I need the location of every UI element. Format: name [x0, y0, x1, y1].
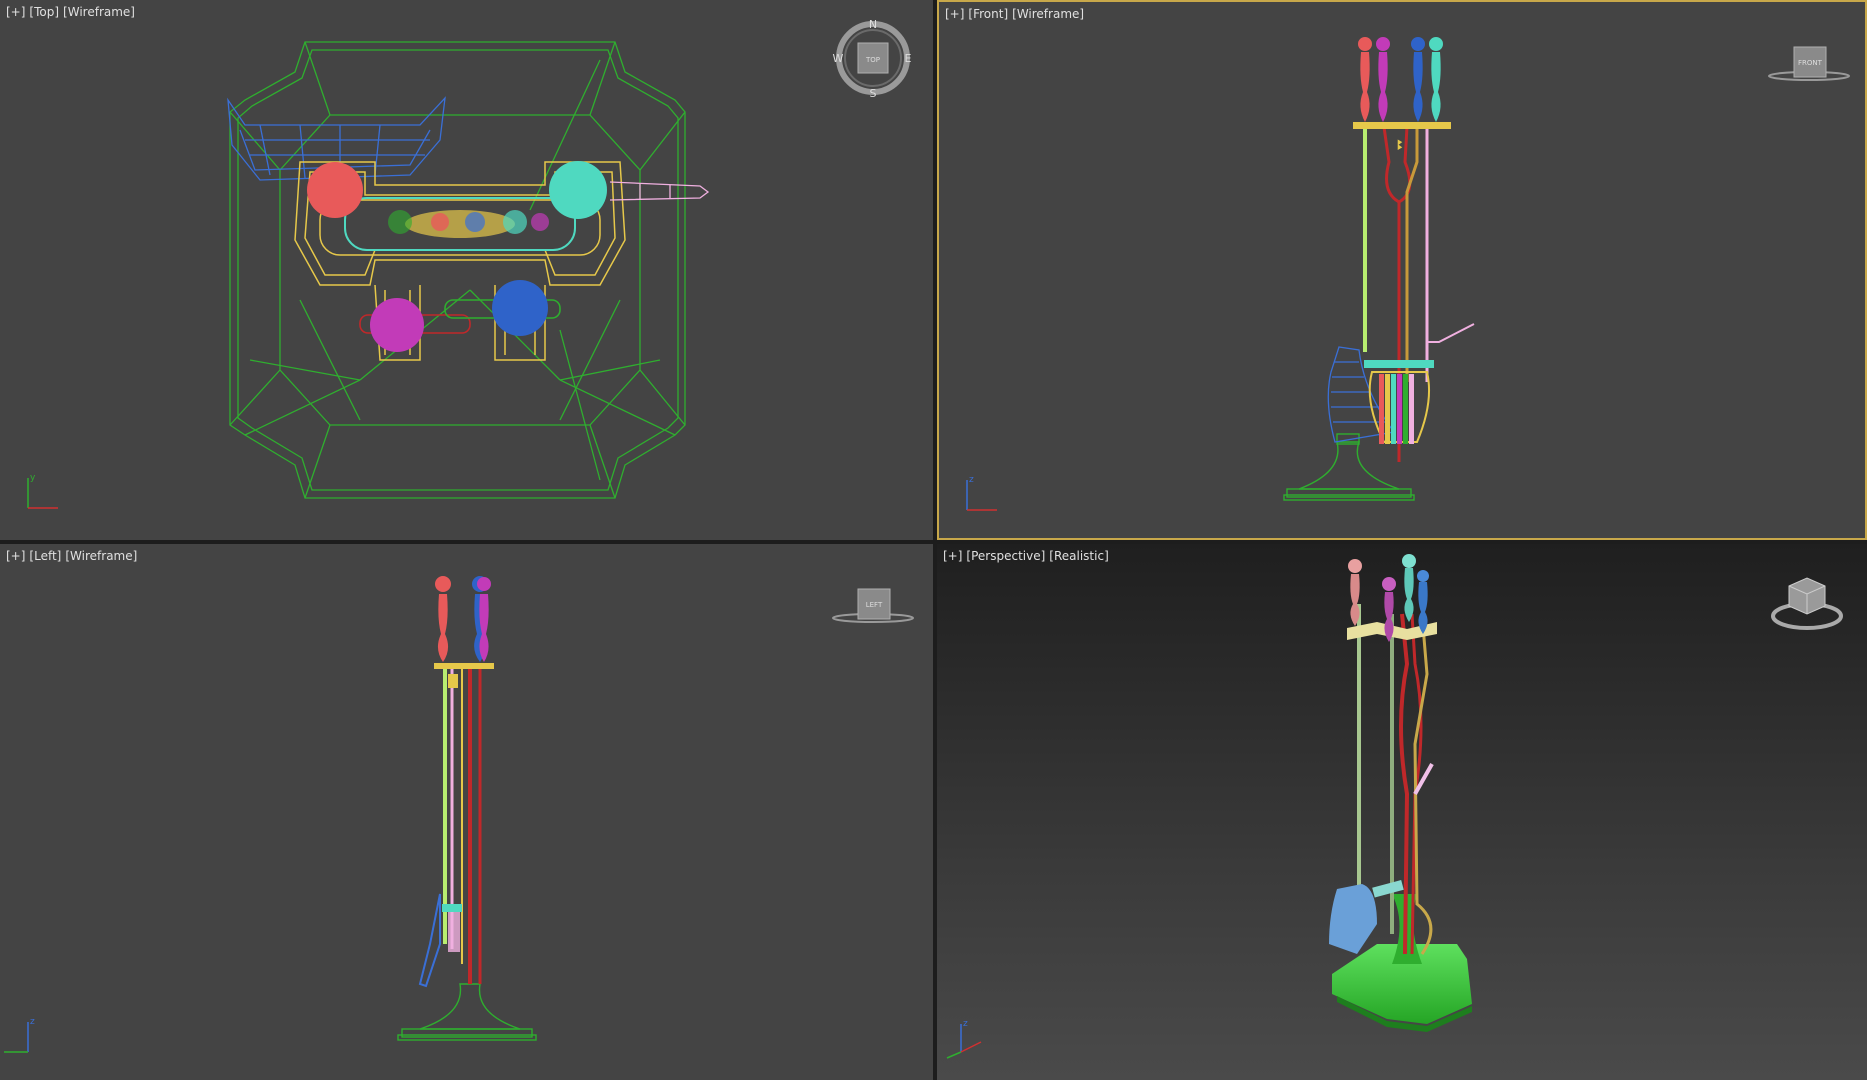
brush-shaft	[1405, 127, 1419, 382]
viewcube-perspective[interactable]	[1771, 577, 1843, 630]
viewport-label-top: [+] [Top] [Wireframe]	[6, 5, 139, 19]
viewport-menu-button[interactable]: [+]	[943, 549, 962, 563]
compass-west: W	[833, 52, 844, 65]
view-type-menu[interactable]: [Perspective]	[966, 549, 1045, 563]
shovel-wireframe	[418, 893, 441, 988]
viewcube-left[interactable]: LEFT	[832, 588, 914, 623]
view-type-menu[interactable]: [Left]	[29, 549, 61, 563]
axis-tripod-icon: z	[946, 1019, 982, 1059]
svg-text:z: z	[969, 475, 974, 485]
svg-text:y: y	[30, 473, 36, 483]
handle-cyan-body	[1402, 554, 1416, 622]
compass-east: E	[905, 52, 912, 65]
viewcube-top-face-label: TOP	[865, 56, 880, 64]
compass-north: N	[869, 18, 877, 31]
viewport-menu-button[interactable]: [+]	[6, 549, 25, 563]
viewcube-front[interactable]: FRONT	[1768, 46, 1850, 81]
handle-ball-red	[307, 162, 363, 218]
handles-left	[435, 576, 491, 662]
left-view-wireframe: LEFT z	[4, 576, 914, 1053]
rack-ornament-icon: ꔪ	[1397, 138, 1403, 154]
svg-text:z: z	[963, 1019, 968, 1029]
rack-top-bar	[1353, 122, 1451, 129]
shovel-render	[1329, 884, 1377, 954]
viewport-menu-button[interactable]: [+]	[945, 7, 964, 21]
shading-menu[interactable]: [Wireframe]	[1012, 7, 1084, 21]
base-wireframe	[229, 41, 686, 499]
axis-tripod-icon: y	[27, 473, 58, 509]
handle-ball-cyan	[549, 161, 607, 219]
poker-hook	[1427, 323, 1475, 343]
brush-collar	[442, 904, 462, 912]
view-type-menu[interactable]: [Front]	[968, 7, 1008, 21]
shading-menu[interactable]: [Realistic]	[1049, 549, 1108, 563]
poker-wireframe	[609, 181, 710, 201]
viewport-label-perspective: [+] [Perspective] [Realistic]	[943, 549, 1113, 563]
brush-head	[448, 912, 460, 952]
compass-south: S	[870, 87, 877, 100]
axis-tripod-icon: z	[4, 1017, 35, 1053]
viewcube-left-label: LEFT	[866, 601, 883, 609]
viewcube-compass[interactable]: TOP N S E W	[833, 18, 912, 100]
tool-handles-cluster	[344, 197, 576, 251]
handles-front	[1358, 37, 1443, 122]
front-view-wireframe: ꔪ FRONT z	[966, 37, 1850, 511]
viewport-label-front: [+] [Front] [Wireframe]	[945, 7, 1088, 21]
viewport-left[interactable]: [+] [Left] [Wireframe] LEFT z	[0, 544, 933, 1080]
view-type-menu[interactable]: [Top]	[29, 5, 59, 19]
handle-ball-magenta	[370, 298, 424, 352]
viewport-label-left: [+] [Left] [Wireframe]	[6, 549, 141, 563]
base-wireframe	[397, 983, 537, 1041]
viewport-top[interactable]: [+] [Top] [Wireframe] TOP N S E W y	[0, 0, 933, 540]
rack-top-bar	[434, 663, 494, 669]
handle-ball-blue	[492, 280, 548, 336]
viewcube-front-label: FRONT	[1798, 59, 1823, 67]
svg-text:z: z	[30, 1017, 35, 1027]
viewport-front[interactable]: [+] [Front] [Wireframe] ꔪ FRONT z	[937, 0, 1867, 540]
rack-ornament	[448, 674, 458, 688]
top-view-wireframe: TOP N S E W y	[27, 18, 912, 509]
perspective-render: z	[946, 554, 1843, 1059]
shading-menu[interactable]: [Wireframe]	[63, 5, 135, 19]
shading-menu[interactable]: [Wireframe]	[65, 549, 137, 563]
handle-blue-body	[1417, 570, 1429, 634]
viewport-perspective[interactable]: [+] [Perspective] [Realistic] z	[937, 544, 1867, 1080]
axis-tripod-icon: z	[966, 475, 997, 511]
viewport-menu-button[interactable]: [+]	[6, 5, 25, 19]
